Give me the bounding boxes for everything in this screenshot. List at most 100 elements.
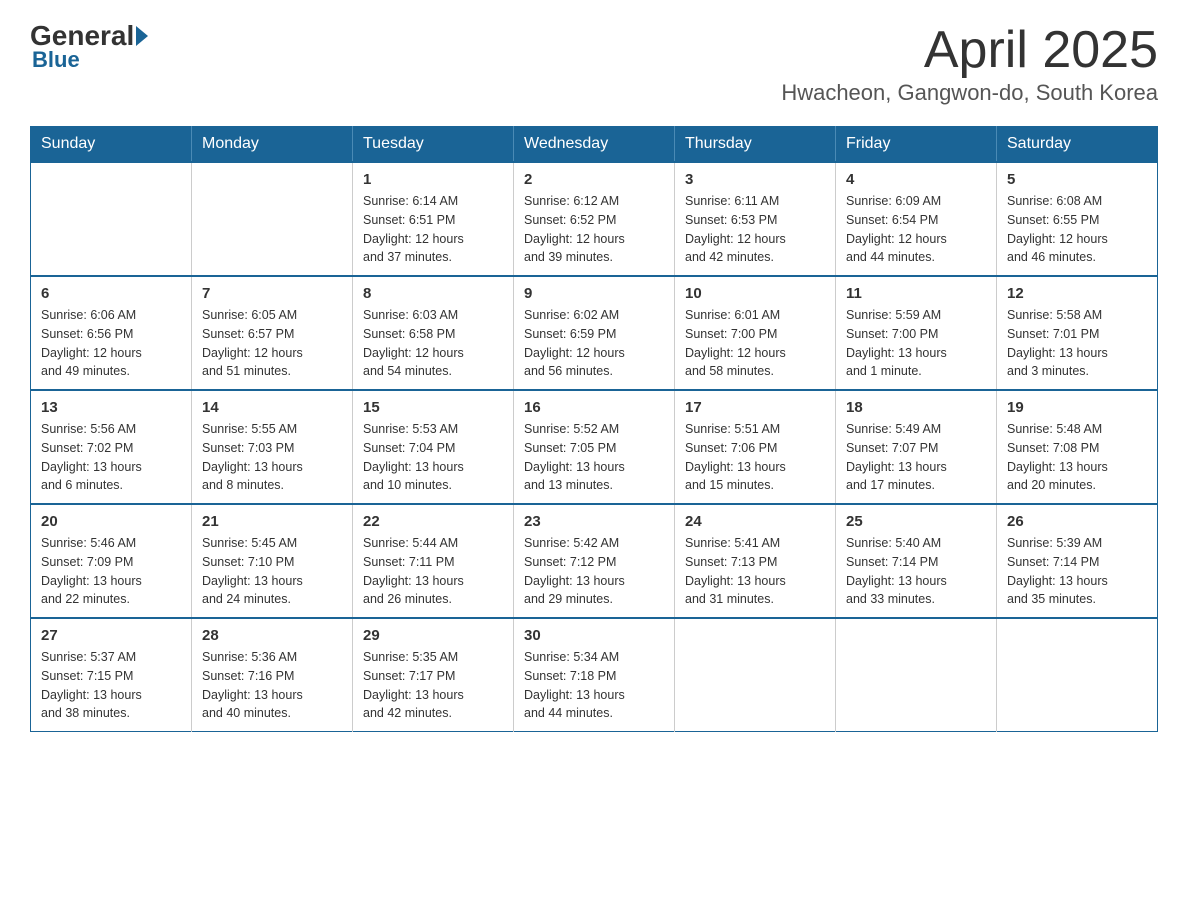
calendar-cell: 16 Sunrise: 5:52 AM Sunset: 7:05 PM Dayli…: [514, 390, 675, 504]
calendar-cell: 13 Sunrise: 5:56 AM Sunset: 7:02 PM Dayli…: [31, 390, 192, 504]
day-number: 9: [524, 285, 664, 302]
calendar-cell: 27 Sunrise: 5:37 AM Sunset: 7:15 PM Dayli…: [31, 618, 192, 732]
logo-blue: Blue: [30, 47, 80, 73]
month-title: April 2025: [781, 20, 1158, 80]
day-info: Sunrise: 5:34 AM Sunset: 7:18 PM Dayligh…: [524, 648, 664, 723]
day-info: Sunrise: 5:49 AM Sunset: 7:07 PM Dayligh…: [846, 420, 986, 495]
day-info: Sunrise: 5:51 AM Sunset: 7:06 PM Dayligh…: [685, 420, 825, 495]
day-number: 19: [1007, 399, 1147, 416]
calendar-week-row: 1 Sunrise: 6:14 AM Sunset: 6:51 PM Daylig…: [31, 162, 1158, 276]
day-number: 23: [524, 513, 664, 530]
day-number: 3: [685, 171, 825, 188]
day-info: Sunrise: 6:03 AM Sunset: 6:58 PM Dayligh…: [363, 306, 503, 381]
day-info: Sunrise: 5:39 AM Sunset: 7:14 PM Dayligh…: [1007, 534, 1147, 609]
day-number: 21: [202, 513, 342, 530]
calendar-week-row: 13 Sunrise: 5:56 AM Sunset: 7:02 PM Dayli…: [31, 390, 1158, 504]
day-number: 18: [846, 399, 986, 416]
calendar-cell: 28 Sunrise: 5:36 AM Sunset: 7:16 PM Dayli…: [192, 618, 353, 732]
day-number: 20: [41, 513, 181, 530]
calendar-cell: 26 Sunrise: 5:39 AM Sunset: 7:14 PM Dayli…: [997, 504, 1158, 618]
day-number: 22: [363, 513, 503, 530]
day-number: 14: [202, 399, 342, 416]
calendar-cell: 1 Sunrise: 6:14 AM Sunset: 6:51 PM Daylig…: [353, 162, 514, 276]
day-number: 24: [685, 513, 825, 530]
calendar-cell: 14Sunrise: 5:55 AM Sunset: 7:03 PM Dayli…: [192, 390, 353, 504]
calendar-cell: 2 Sunrise: 6:12 AM Sunset: 6:52 PM Daylig…: [514, 162, 675, 276]
calendar-cell: [31, 162, 192, 276]
day-number: 30: [524, 627, 664, 644]
day-number: 17: [685, 399, 825, 416]
weekday-header-monday: Monday: [192, 127, 353, 163]
day-number: 8: [363, 285, 503, 302]
calendar-cell: 30 Sunrise: 5:34 AM Sunset: 7:18 PM Dayli…: [514, 618, 675, 732]
day-number: 7: [202, 285, 342, 302]
weekday-header-sunday: Sunday: [31, 127, 192, 163]
calendar-week-row: 20 Sunrise: 5:46 AM Sunset: 7:09 PM Dayli…: [31, 504, 1158, 618]
day-number: 16: [524, 399, 664, 416]
calendar-cell: 5 Sunrise: 6:08 AM Sunset: 6:55 PM Daylig…: [997, 162, 1158, 276]
day-info: Sunrise: 5:56 AM Sunset: 7:02 PM Dayligh…: [41, 420, 181, 495]
day-number: 27: [41, 627, 181, 644]
day-info: Sunrise: 5:59 AM Sunset: 7:00 PM Dayligh…: [846, 306, 986, 381]
day-info: Sunrise: 6:11 AM Sunset: 6:53 PM Dayligh…: [685, 192, 825, 267]
day-info: Sunrise: 5:46 AM Sunset: 7:09 PM Dayligh…: [41, 534, 181, 609]
day-info: Sunrise: 6:12 AM Sunset: 6:52 PM Dayligh…: [524, 192, 664, 267]
calendar-cell: 9 Sunrise: 6:02 AM Sunset: 6:59 PM Daylig…: [514, 276, 675, 390]
day-info: Sunrise: 5:53 AM Sunset: 7:04 PM Dayligh…: [363, 420, 503, 495]
calendar-cell: 29 Sunrise: 5:35 AM Sunset: 7:17 PM Dayli…: [353, 618, 514, 732]
day-number: 25: [846, 513, 986, 530]
calendar-cell: [836, 618, 997, 732]
page-header: General Blue April 2025 Hwacheon, Gangwo…: [30, 20, 1158, 106]
day-number: 15: [363, 399, 503, 416]
calendar-cell: 10Sunrise: 6:01 AM Sunset: 7:00 PM Dayli…: [675, 276, 836, 390]
day-info: Sunrise: 5:42 AM Sunset: 7:12 PM Dayligh…: [524, 534, 664, 609]
logo-arrow-icon: [136, 26, 148, 46]
day-number: 5: [1007, 171, 1147, 188]
day-number: 2: [524, 171, 664, 188]
day-info: Sunrise: 6:06 AM Sunset: 6:56 PM Dayligh…: [41, 306, 181, 381]
calendar-cell: 25 Sunrise: 5:40 AM Sunset: 7:14 PM Dayli…: [836, 504, 997, 618]
weekday-header-friday: Friday: [836, 127, 997, 163]
day-info: Sunrise: 5:44 AM Sunset: 7:11 PM Dayligh…: [363, 534, 503, 609]
title-section: April 2025 Hwacheon, Gangwon-do, South K…: [781, 20, 1158, 106]
calendar-cell: [997, 618, 1158, 732]
day-number: 26: [1007, 513, 1147, 530]
calendar-header-row: SundayMondayTuesdayWednesdayThursdayFrid…: [31, 127, 1158, 163]
day-info: Sunrise: 5:36 AM Sunset: 7:16 PM Dayligh…: [202, 648, 342, 723]
day-number: 1: [363, 171, 503, 188]
day-info: Sunrise: 6:08 AM Sunset: 6:55 PM Dayligh…: [1007, 192, 1147, 267]
day-number: 28: [202, 627, 342, 644]
calendar-cell: 11 Sunrise: 5:59 AM Sunset: 7:00 PM Dayli…: [836, 276, 997, 390]
day-info: Sunrise: 5:58 AM Sunset: 7:01 PM Dayligh…: [1007, 306, 1147, 381]
weekday-header-saturday: Saturday: [997, 127, 1158, 163]
day-info: Sunrise: 5:45 AM Sunset: 7:10 PM Dayligh…: [202, 534, 342, 609]
day-info: Sunrise: 6:14 AM Sunset: 6:51 PM Dayligh…: [363, 192, 503, 267]
day-info: Sunrise: 6:01 AM Sunset: 7:00 PM Dayligh…: [685, 306, 825, 381]
day-info: Sunrise: 5:40 AM Sunset: 7:14 PM Dayligh…: [846, 534, 986, 609]
calendar-cell: 17 Sunrise: 5:51 AM Sunset: 7:06 PM Dayli…: [675, 390, 836, 504]
day-info: Sunrise: 5:37 AM Sunset: 7:15 PM Dayligh…: [41, 648, 181, 723]
day-number: 11: [846, 285, 986, 302]
day-info: Sunrise: 5:35 AM Sunset: 7:17 PM Dayligh…: [363, 648, 503, 723]
day-info: Sunrise: 6:02 AM Sunset: 6:59 PM Dayligh…: [524, 306, 664, 381]
calendar-cell: 12 Sunrise: 5:58 AM Sunset: 7:01 PM Dayli…: [997, 276, 1158, 390]
logo: General Blue: [30, 20, 150, 73]
day-info: Sunrise: 5:48 AM Sunset: 7:08 PM Dayligh…: [1007, 420, 1147, 495]
day-number: 29: [363, 627, 503, 644]
weekday-header-tuesday: Tuesday: [353, 127, 514, 163]
calendar-cell: 23 Sunrise: 5:42 AM Sunset: 7:12 PM Dayli…: [514, 504, 675, 618]
calendar-cell: 20 Sunrise: 5:46 AM Sunset: 7:09 PM Dayli…: [31, 504, 192, 618]
day-number: 4: [846, 171, 986, 188]
calendar-cell: 6Sunrise: 6:06 AM Sunset: 6:56 PM Daylig…: [31, 276, 192, 390]
calendar-cell: [675, 618, 836, 732]
day-number: 13: [41, 399, 181, 416]
day-info: Sunrise: 5:52 AM Sunset: 7:05 PM Dayligh…: [524, 420, 664, 495]
calendar-table: SundayMondayTuesdayWednesdayThursdayFrid…: [30, 126, 1158, 732]
calendar-week-row: 6Sunrise: 6:06 AM Sunset: 6:56 PM Daylig…: [31, 276, 1158, 390]
day-number: 12: [1007, 285, 1147, 302]
calendar-cell: 19 Sunrise: 5:48 AM Sunset: 7:08 PM Dayli…: [997, 390, 1158, 504]
weekday-header-thursday: Thursday: [675, 127, 836, 163]
calendar-cell: [192, 162, 353, 276]
location-title: Hwacheon, Gangwon-do, South Korea: [781, 80, 1158, 106]
calendar-cell: 8 Sunrise: 6:03 AM Sunset: 6:58 PM Daylig…: [353, 276, 514, 390]
